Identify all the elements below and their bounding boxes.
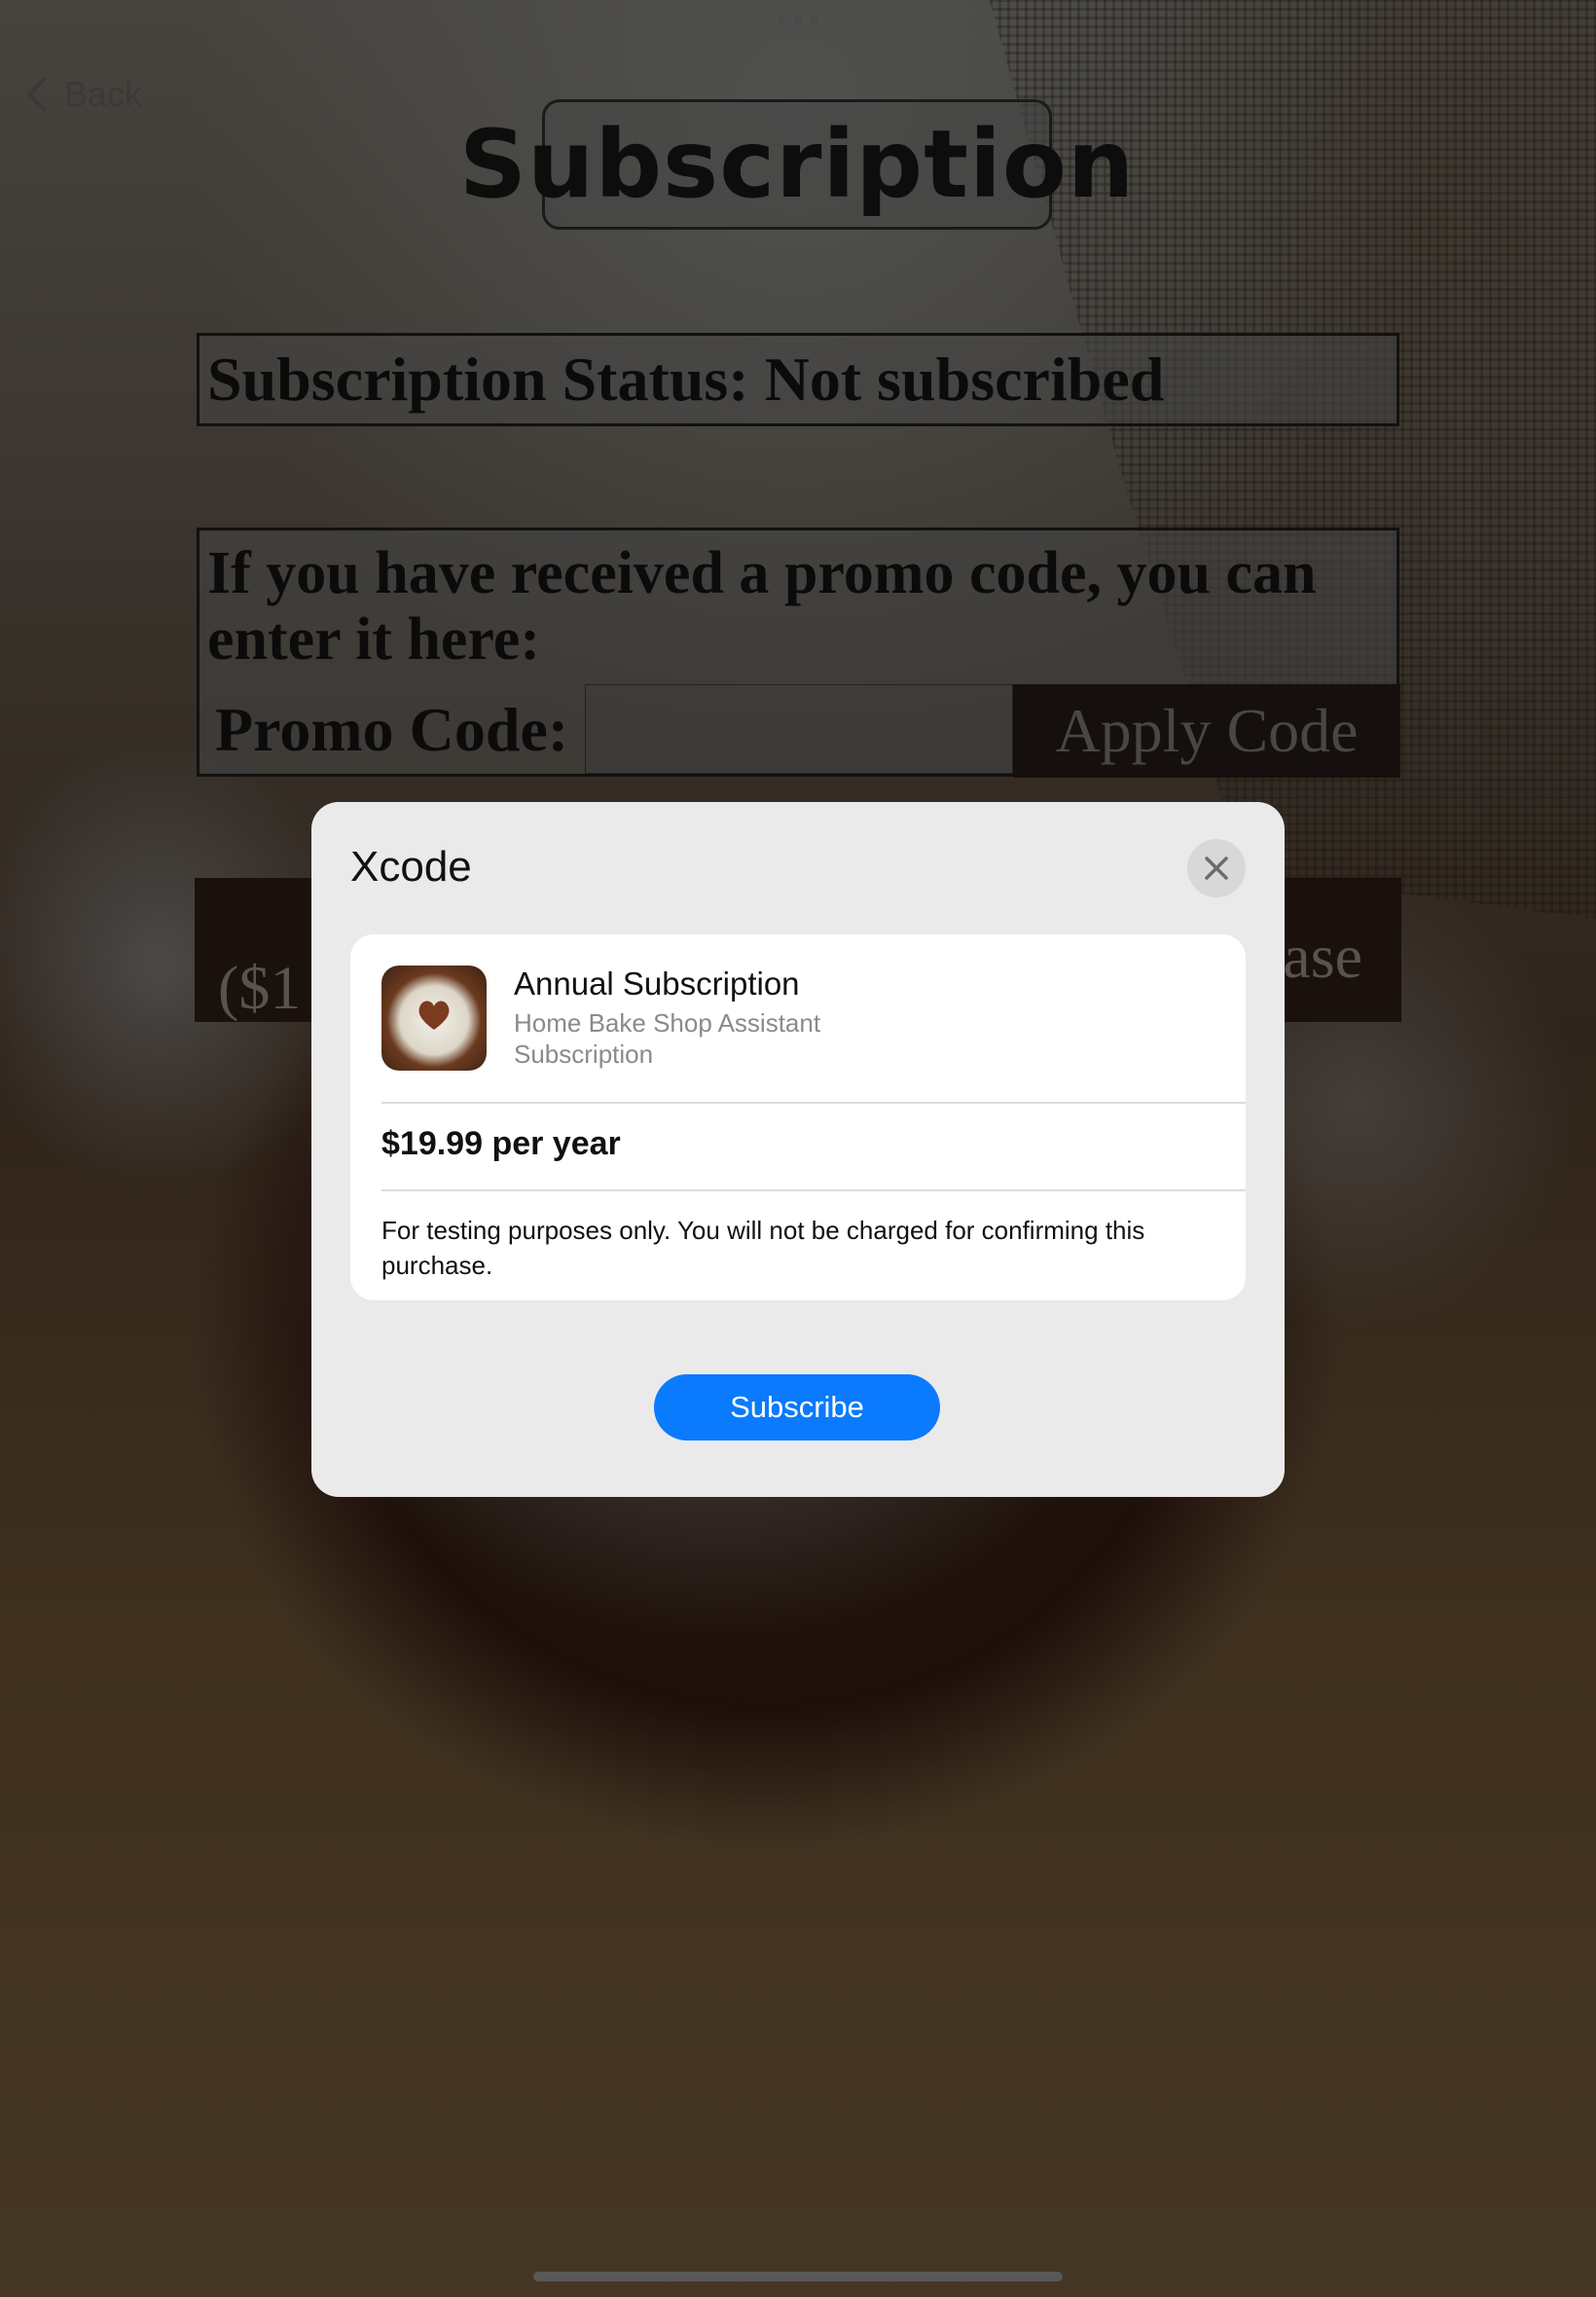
home-indicator[interactable] <box>533 2272 1063 2281</box>
sheet-title: Xcode <box>350 843 472 891</box>
product-app-name: Home Bake Shop Assistant <box>514 1008 821 1038</box>
product-name: Annual Subscription <box>514 966 800 1002</box>
subscribe-button[interactable]: Subscribe <box>654 1374 940 1440</box>
price-text: $19.99 per year <box>381 1125 621 1162</box>
promo-code-input[interactable] <box>585 684 1013 774</box>
chevron-left-icon <box>27 77 47 112</box>
promo-prompt: If you have received a promo code, you c… <box>207 540 1317 673</box>
divider <box>381 1189 1246 1191</box>
close-icon <box>1205 857 1228 880</box>
apply-code-button[interactable]: Apply Code <box>1013 684 1400 778</box>
close-button[interactable] <box>1187 839 1246 897</box>
purchase-button-right-text: ase <box>1283 922 1362 991</box>
back-button[interactable]: Back <box>23 74 142 115</box>
purchase-sheet: Xcode Annual Subscription Home Bake Shop… <box>311 802 1285 1497</box>
promo-section: If you have received a promo code, you c… <box>197 528 1400 778</box>
page-title: Subscription <box>459 99 1134 230</box>
purchase-button-left-text: ($1 <box>218 953 302 1022</box>
testing-disclaimer: For testing purposes only. You will not … <box>381 1216 1145 1280</box>
product-row: Annual Subscription Home Bake Shop Assis… <box>381 966 1246 1106</box>
divider <box>381 1102 1246 1104</box>
product-thumbnail <box>381 966 487 1071</box>
multitasking-dots[interactable] <box>777 16 819 27</box>
product-kind: Subscription <box>514 1039 654 1069</box>
heart-cake-icon <box>418 1001 450 1030</box>
back-label: Back <box>64 74 143 114</box>
promo-code-label: Promo Code: <box>215 695 569 764</box>
subscription-status: Subscription Status: Not subscribed <box>197 333 1399 426</box>
product-card: Annual Subscription Home Bake Shop Assis… <box>350 934 1246 1300</box>
